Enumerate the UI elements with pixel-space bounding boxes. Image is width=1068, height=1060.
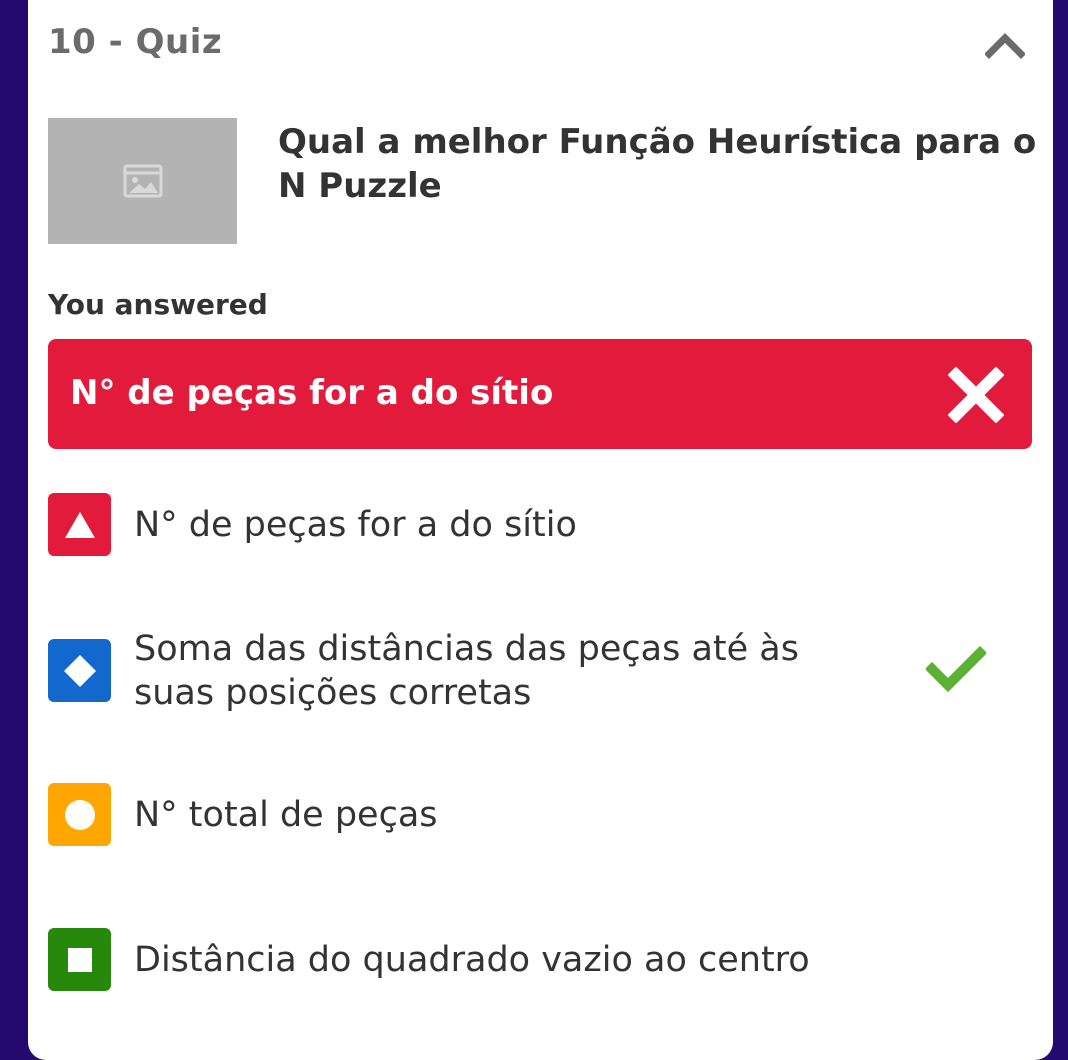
quiz-card: 10 - Quiz Qual a melhor Função Heurístic… [28, 0, 1053, 1060]
check-icon [926, 645, 986, 693]
triangle-icon [64, 511, 95, 538]
selected-answer-banner: N° de peças for a do sítio [48, 339, 1032, 449]
question-text: Qual a melhor Função Heurística para o N… [278, 122, 1037, 206]
chevron-up-icon [984, 33, 1026, 59]
quiz-title: 10 - Quiz [48, 22, 223, 62]
close-icon [948, 367, 1004, 423]
question-image-placeholder [48, 118, 237, 244]
option-shape-badge [48, 639, 111, 702]
square-icon [67, 947, 92, 972]
circle-icon [64, 799, 95, 830]
selected-answer-text: N° de peças for a do sítio [70, 373, 554, 413]
option-label: N° total de peças [134, 795, 438, 835]
collapse-button[interactable] [984, 30, 1026, 60]
option-label: Distância do quadrado vazio ao centro [134, 940, 810, 980]
option-shape-badge [48, 783, 111, 846]
option-shape-badge [48, 493, 111, 556]
you-answered-label: You answered [48, 288, 268, 321]
diamond-icon [63, 654, 96, 687]
option-shape-badge [48, 928, 111, 991]
option-label: Soma das distâncias das peças até às sua… [134, 629, 799, 713]
image-icon [123, 164, 162, 198]
option-label: N° de peças for a do sítio [134, 505, 577, 545]
